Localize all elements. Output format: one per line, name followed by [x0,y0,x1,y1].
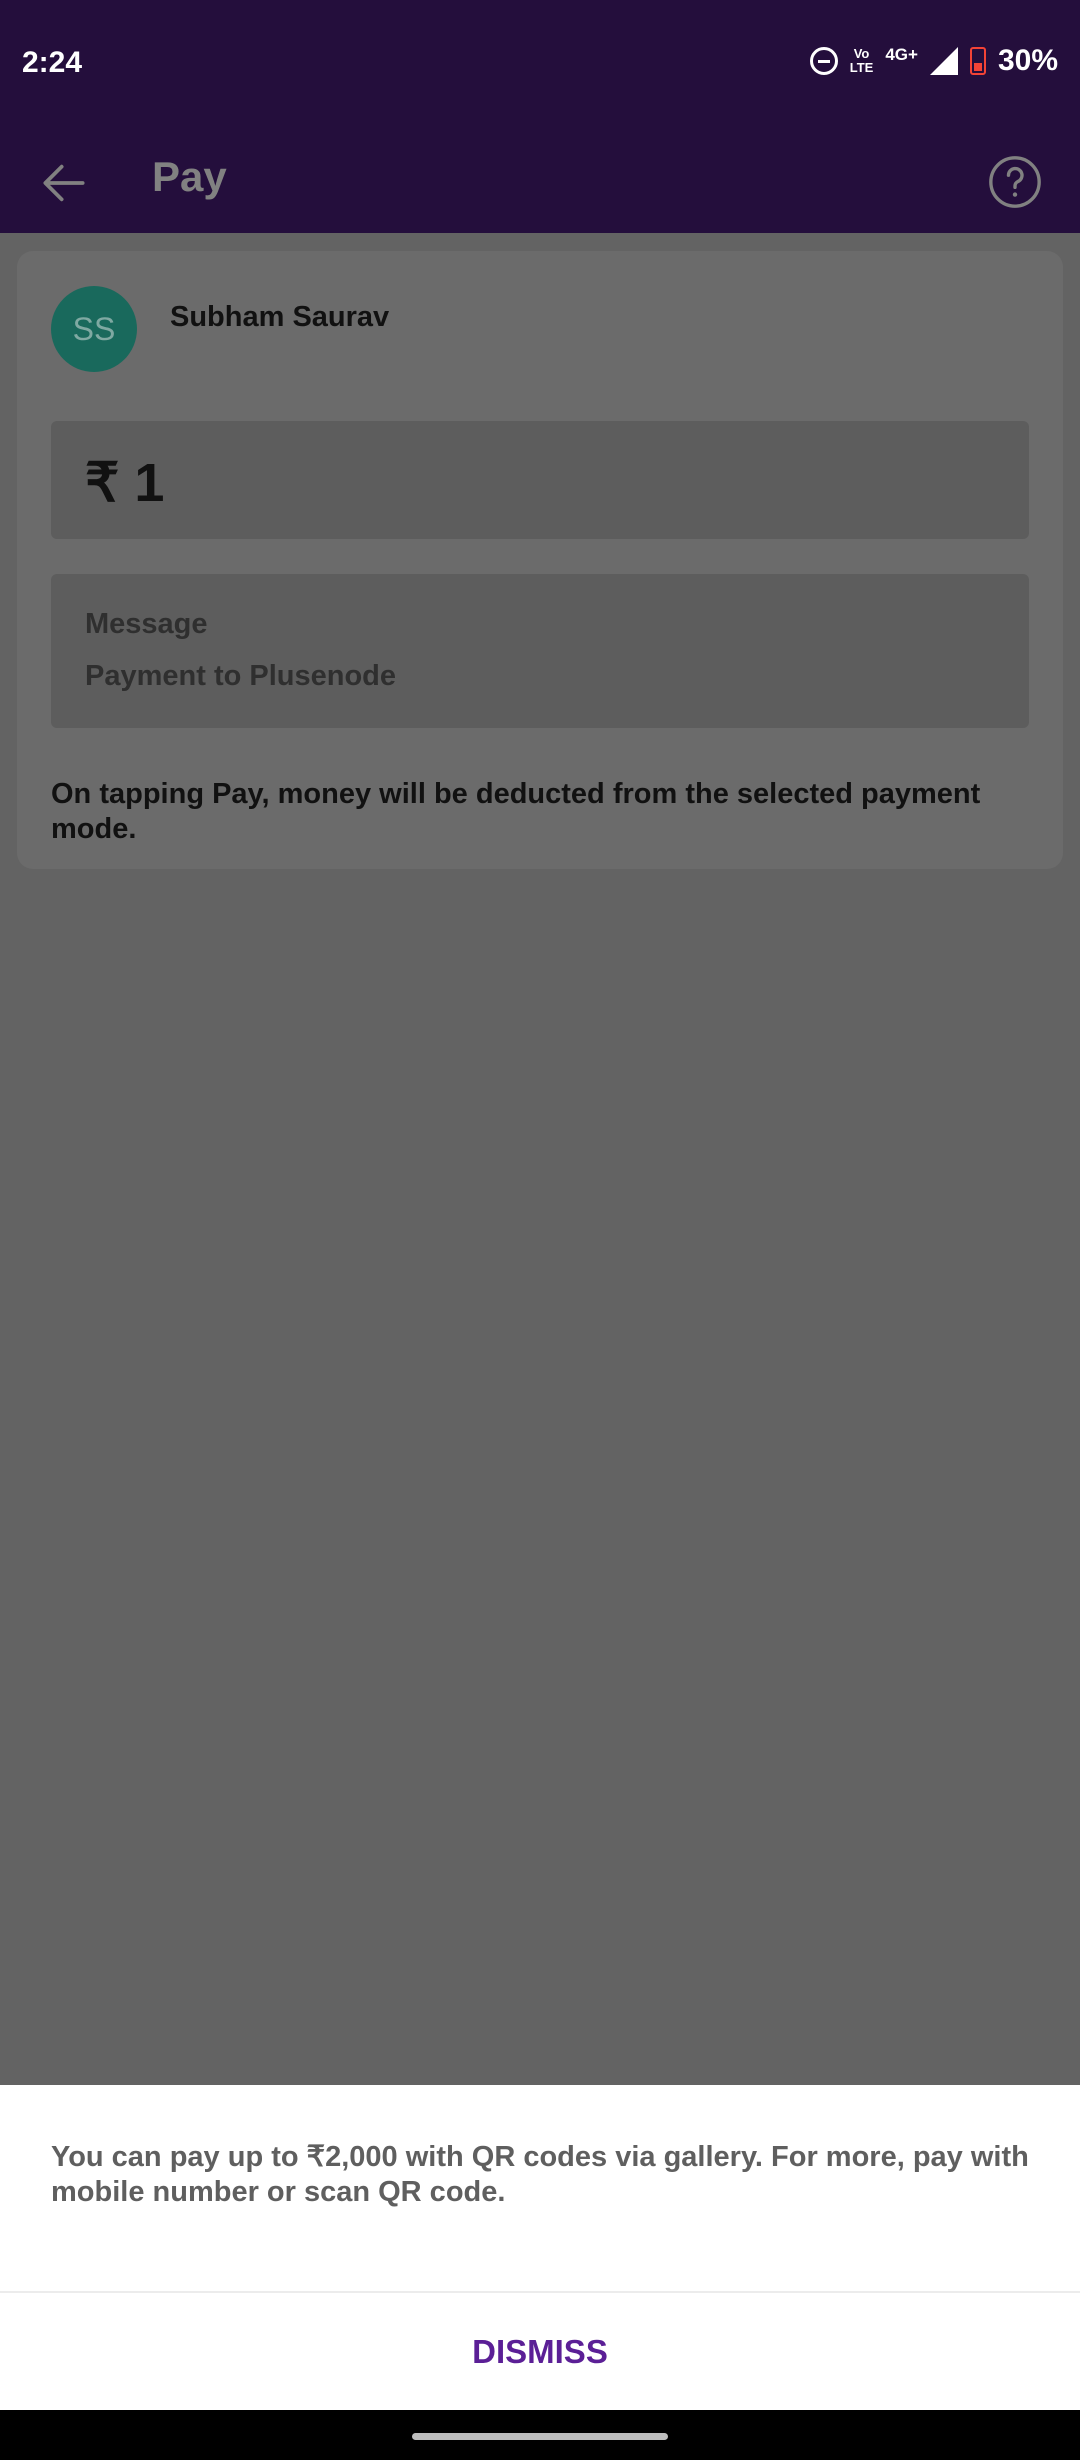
amount-field[interactable]: ₹ 1 [51,421,1029,539]
amount-value: ₹ 1 [85,453,165,513]
message-value: Payment to Plusenode [85,660,397,692]
avatar: SS [51,286,137,372]
app-bar: Pay [0,133,1080,233]
home-indicator[interactable] [412,2433,668,2440]
qr-limit-bottom-sheet: You can pay up to ₹2,000 with QR codes v… [0,2085,1080,2410]
dismiss-button[interactable]: DISMISS [0,2293,1080,2410]
battery-icon [969,47,986,75]
signal-icon [929,47,958,75]
volte-bottom-label: LTE [849,60,874,75]
question-circle-icon[interactable] [986,153,1044,211]
do-not-disturb-icon [809,47,838,75]
avatar-initials: SS [72,310,116,347]
status-bar: 2:24 Vo LTE 4G+ 30% [0,0,1080,133]
navigation-bar [0,2410,1080,2460]
qr-limit-message: You can pay up to ₹2,000 with QR codes v… [51,2141,1029,2208]
arrow-left-icon[interactable] [36,155,92,211]
network-type: 4G+ [885,45,918,64]
status-icons: Vo LTE 4G+ 30% [809,44,1058,78]
status-time: 2:24 [22,46,83,79]
volte-top-label: Vo [853,46,870,61]
payment-card: SS Subham Saurav ₹ 1 Message Payment to … [17,251,1063,869]
message-field[interactable]: Message Payment to Plusenode [51,574,1029,728]
page-title: Pay [152,153,227,200]
volte-icon: Vo LTE [850,47,874,75]
payment-disclaimer: On tapping Pay, money will be deducted f… [51,778,981,845]
payee-name: Subham Saurav [170,301,390,333]
message-label: Message [85,608,208,640]
payment-content: SS Subham Saurav ₹ 1 Message Payment to … [0,233,1080,2085]
battery-percentage: 30% [997,44,1058,77]
